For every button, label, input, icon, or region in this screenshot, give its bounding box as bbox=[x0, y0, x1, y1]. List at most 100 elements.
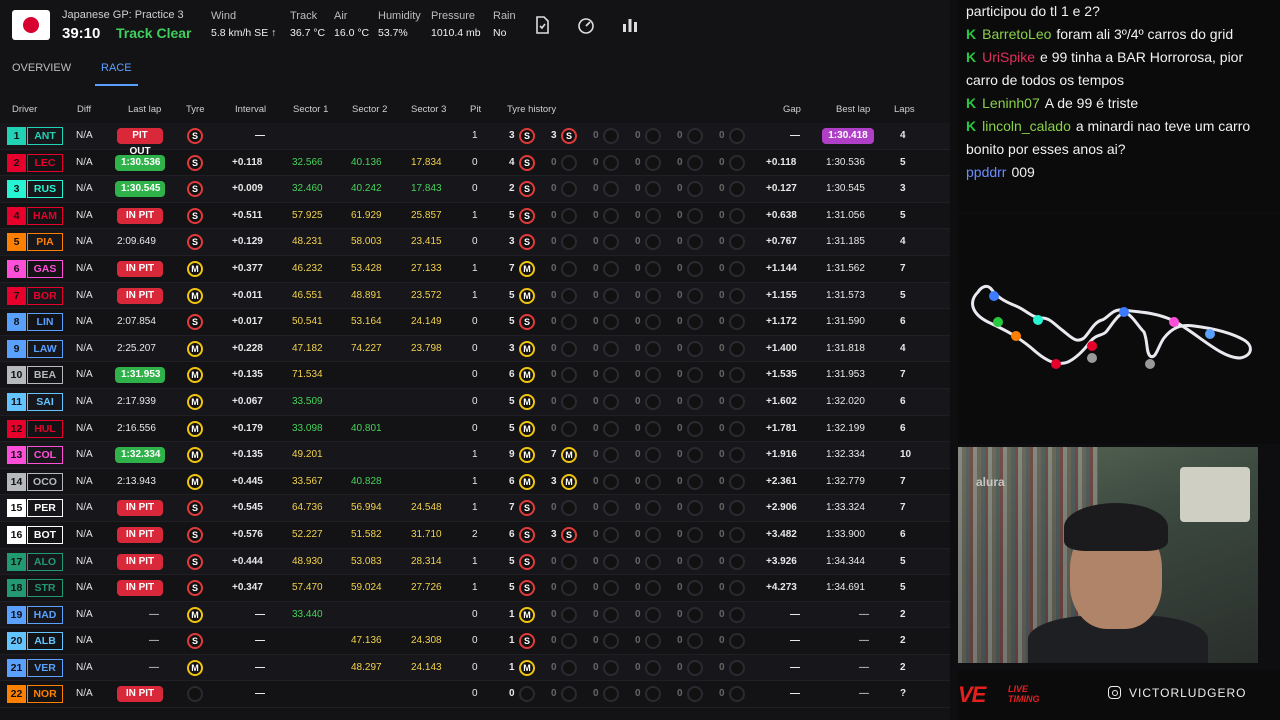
driver-code[interactable]: PIA bbox=[27, 233, 63, 252]
table-row[interactable]: 5 PIA N/A 2:09.649 S +0.129 48.231 58.003 23.415… bbox=[0, 229, 950, 256]
driver-code[interactable]: SAI bbox=[27, 392, 63, 411]
col-gap[interactable]: Gap bbox=[783, 104, 801, 115]
driver-code[interactable]: LEC bbox=[27, 153, 63, 172]
col-laps[interactable]: Laps bbox=[894, 104, 915, 115]
col-last-lap[interactable]: Last lap bbox=[128, 104, 161, 115]
driver-code[interactable]: BEA bbox=[27, 366, 63, 385]
live-timing-logo: VE bbox=[958, 682, 986, 707]
driver-code[interactable]: LAW bbox=[27, 339, 63, 358]
stint-laps-empty: 0 bbox=[719, 661, 725, 673]
driver-code[interactable]: HUL bbox=[27, 419, 63, 438]
col-driver[interactable]: Driver bbox=[12, 104, 37, 115]
chat-username[interactable]: ppddrr bbox=[966, 164, 1006, 180]
driver-code[interactable]: OCO bbox=[27, 472, 63, 491]
document-icon[interactable] bbox=[532, 15, 552, 35]
col-interval[interactable]: Interval bbox=[235, 104, 266, 115]
driver-code[interactable]: ALB bbox=[27, 632, 63, 651]
table-row[interactable]: 8 LIN N/A 2:07.854 S +0.017 50.541 53.164 24.149… bbox=[0, 309, 950, 336]
driver-code[interactable]: ANT bbox=[27, 127, 63, 145]
table-row[interactable]: 11 SAI N/A 2:17.939 M +0.067 33.509 0 5 M 0 0 0 0 0 +1.… bbox=[0, 388, 950, 416]
driver-code[interactable]: STR bbox=[27, 579, 63, 598]
pit-count: 1 bbox=[472, 262, 478, 274]
table-row[interactable]: 21 VER N/A — M —48.297 24.143 0 1 M 0 0 0 0 0— —2 bbox=[0, 654, 950, 682]
table-row[interactable]: 22 NOR N/A IN PIT — 0 0 0 0 0 0 0 — —? bbox=[0, 681, 950, 709]
car-marker bbox=[993, 317, 1003, 327]
chat-username[interactable]: BarretoLeo bbox=[982, 26, 1051, 42]
stint-laps-empty: 0 bbox=[719, 369, 725, 381]
tab-overview[interactable]: OVERVIEW bbox=[12, 62, 71, 74]
table-row[interactable]: 10 BEA N/A 1:31.953 M +0.135 71.534 0 6 M 0 0 0 0 0 +1.… bbox=[0, 362, 950, 389]
table-row[interactable]: 1 ANT N/A PIT OUT S —1 3 S 3 S 0 0 0 0—1:30.418 4 bbox=[0, 123, 950, 157]
col-sector-3[interactable]: Sector 3 bbox=[411, 104, 446, 115]
table-row[interactable]: 20 ALB N/A — S —47.136 24.308 0 1 S 0 0 0 0 0— —2 bbox=[0, 628, 950, 655]
bar-chart-icon[interactable] bbox=[620, 15, 640, 35]
stint-laps-empty: 0 bbox=[719, 262, 725, 274]
pit-count: 1 bbox=[472, 289, 478, 301]
pit-count: 1 bbox=[472, 130, 478, 141]
chat-username[interactable]: UriSpike bbox=[982, 49, 1035, 65]
table-row[interactable]: 15 PER N/A IN PIT S +0.545 64.736 56.994 24.548 1… bbox=[0, 495, 950, 522]
sector-2-time: 40.828 bbox=[351, 475, 382, 487]
table-row[interactable]: 9 LAW N/A 2:25.207 M +0.228 47.182 74.227 23.798… bbox=[0, 335, 950, 363]
stint-laps-empty: 0 bbox=[719, 635, 725, 647]
stint-laps-empty: 0 bbox=[551, 555, 557, 567]
stint-laps-empty: 0 bbox=[593, 608, 599, 620]
driver-code[interactable]: ALO bbox=[27, 552, 63, 571]
table-row[interactable]: 19 HAD N/A — M —33.440 0 1 M 0 0 0 0 0— —2 bbox=[0, 601, 950, 629]
stint-laps-empty: 0 bbox=[593, 289, 599, 301]
driver-code[interactable]: NOR bbox=[27, 685, 63, 704]
col-best-lap[interactable]: Best lap bbox=[836, 104, 870, 115]
chat-username[interactable]: lincoln_calado bbox=[982, 118, 1071, 134]
interval-value: +0.445 bbox=[232, 475, 263, 487]
alura-sign: alura bbox=[976, 475, 1005, 489]
car-marker bbox=[1145, 359, 1155, 369]
table-row[interactable]: 14 OCO N/A 2:13.943 M +0.445 33.567 40.828 1 6 M 3 M… bbox=[0, 469, 950, 496]
tab-race[interactable]: RACE bbox=[95, 62, 138, 86]
col-tyre-history[interactable]: Tyre history bbox=[507, 104, 556, 115]
driver-code[interactable]: PER bbox=[27, 499, 63, 518]
stint-laps: 6 bbox=[509, 369, 515, 381]
sector-1-time: 48.930 bbox=[292, 555, 323, 567]
table-row[interactable]: 18 STR N/A IN PIT S +0.347 57.470 59.024 27.726 1… bbox=[0, 575, 950, 602]
driver-code[interactable]: COL bbox=[27, 446, 63, 465]
empty-tyre-slot-icon bbox=[729, 526, 745, 543]
table-row[interactable]: 2 LEC N/A 1:30.536 S +0.118 32.566 40.136 17.834… bbox=[0, 150, 950, 177]
col-diff[interactable]: Diff bbox=[77, 104, 91, 115]
empty-tyre-slot-icon bbox=[729, 367, 745, 384]
chat-username[interactable]: Leninh07 bbox=[982, 95, 1040, 111]
medium-tyre-icon: M bbox=[187, 367, 203, 384]
weather-pressure: Pressure 1010.4 mb bbox=[431, 10, 481, 39]
table-row[interactable]: 12 HUL N/A 2:16.556 M +0.179 33.098 40.801 0 5 M 0 0… bbox=[0, 416, 950, 443]
col-pit[interactable]: Pit bbox=[470, 104, 481, 115]
table-row[interactable]: 7 BOR N/A IN PIT M +0.011 46.551 48.891 23.572 1 5… bbox=[0, 282, 950, 310]
interval-value: +0.511 bbox=[232, 209, 263, 221]
empty-tyre-slot-icon bbox=[603, 260, 619, 277]
interval-value: — bbox=[255, 688, 265, 700]
stint-laps-empty: 0 bbox=[677, 236, 683, 248]
driver-code[interactable]: RUS bbox=[27, 180, 63, 199]
col-tyre[interactable]: Tyre bbox=[186, 104, 204, 115]
stint-laps: 1 bbox=[509, 661, 515, 673]
driver-code[interactable]: BOR bbox=[27, 286, 63, 305]
driver-code[interactable]: HAD bbox=[27, 605, 63, 624]
table-row[interactable]: 13 COL N/A 1:32.334 M +0.135 49.201 1 9 M 7 M 0 0 0 0 +1… bbox=[0, 442, 950, 469]
empty-tyre-slot-icon bbox=[729, 207, 745, 224]
driver-code[interactable]: VER bbox=[27, 658, 63, 677]
empty-tyre-slot-icon bbox=[603, 181, 619, 198]
table-row[interactable]: 4 HAM N/A IN PIT S +0.511 57.925 61.929 25.857 1 5… bbox=[0, 203, 950, 230]
table-row[interactable]: 3 RUS N/A 1:30.545 S +0.009 32.460 40.242 17.843… bbox=[0, 176, 950, 203]
diff-value: N/A bbox=[76, 316, 93, 328]
driver-code[interactable]: HAM bbox=[27, 206, 63, 225]
driver-code[interactable]: BOT bbox=[27, 525, 63, 544]
diff-value: N/A bbox=[76, 209, 93, 221]
driver-code[interactable]: GAS bbox=[27, 259, 63, 278]
stint-laps-empty: 0 bbox=[719, 342, 725, 354]
table-row[interactable]: 16 BOT N/A IN PIT S +0.576 52.227 51.582 31.710 2… bbox=[0, 522, 950, 549]
empty-tyre-slot-icon bbox=[645, 420, 661, 437]
col-sector-1[interactable]: Sector 1 bbox=[293, 104, 328, 115]
speedometer-icon[interactable] bbox=[576, 15, 596, 35]
col-sector-2[interactable]: Sector 2 bbox=[352, 104, 387, 115]
table-row[interactable]: 17 ALO N/A IN PIT S +0.444 48.930 53.083 28.314 1… bbox=[0, 548, 950, 576]
driver-code[interactable]: LIN bbox=[27, 313, 63, 332]
table-row[interactable]: 6 GAS N/A IN PIT M +0.377 46.232 53.428 27.133 1 7… bbox=[0, 256, 950, 283]
